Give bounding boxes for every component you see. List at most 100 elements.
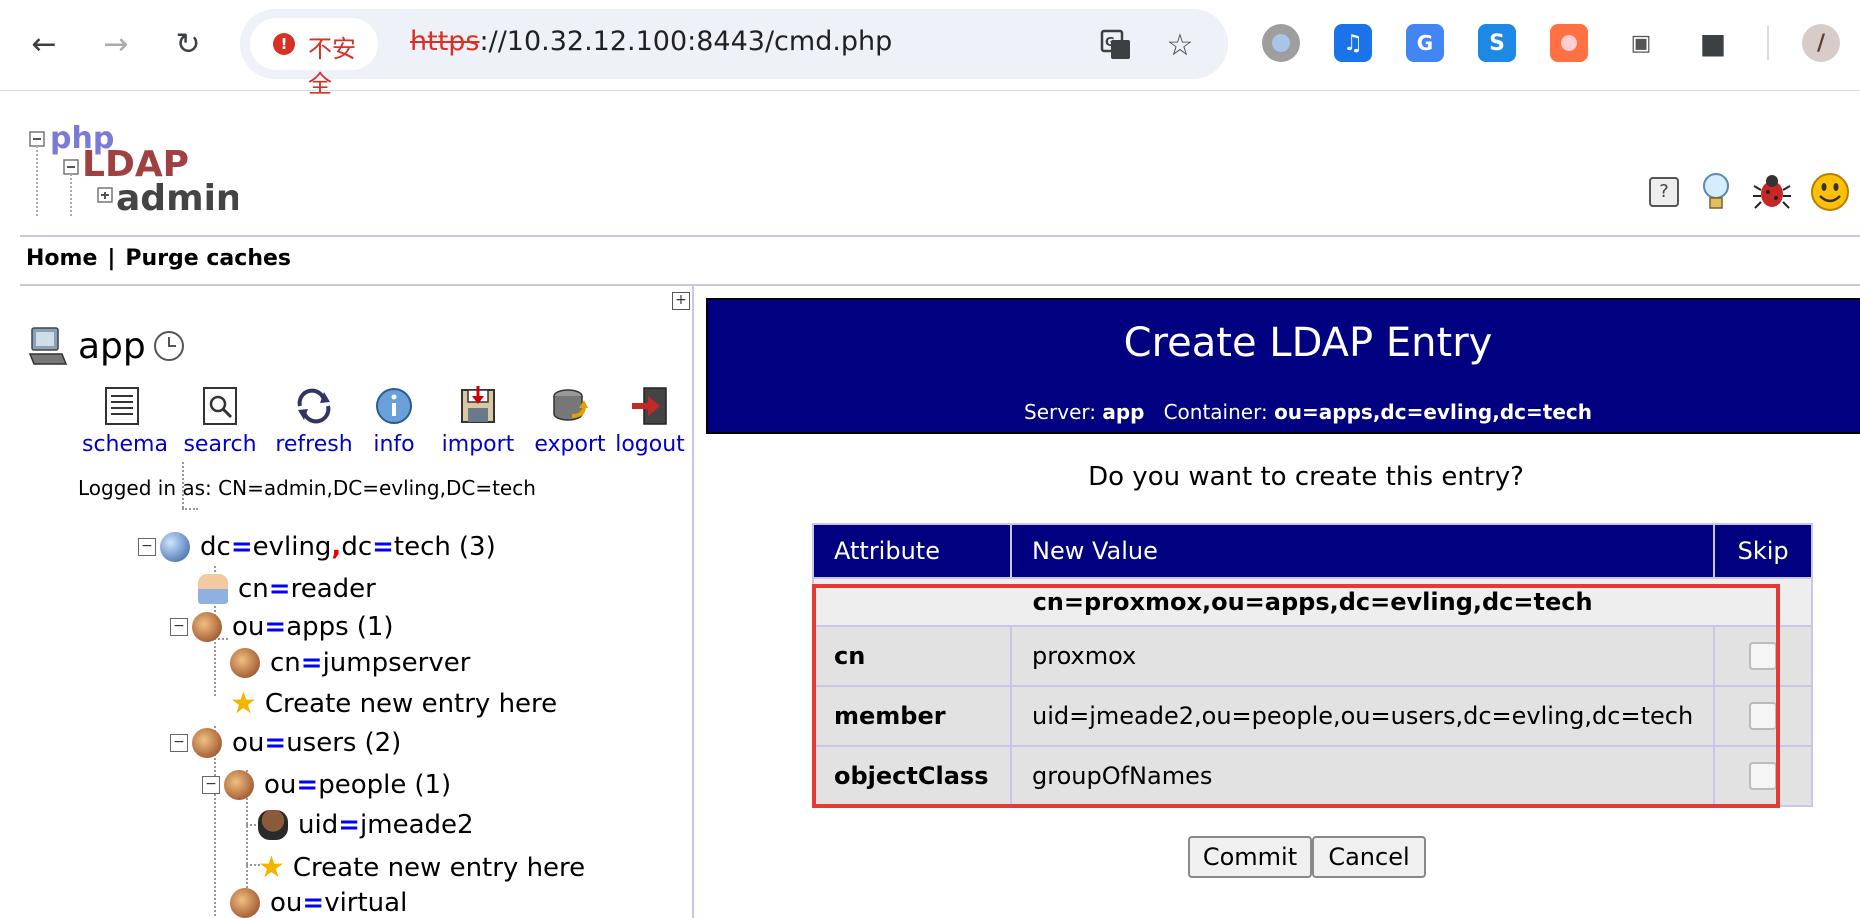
collapse-icon[interactable]: −: [138, 538, 156, 556]
extension-record-icon[interactable]: [1262, 24, 1300, 62]
star-icon: ★: [258, 850, 285, 885]
import-icon: [456, 384, 500, 428]
commit-button[interactable]: Commit: [1188, 836, 1312, 878]
table-header-row: Attribute New Value Skip: [812, 523, 1814, 579]
google-translate-icon[interactable]: G: [1406, 24, 1444, 62]
globe-icon: [160, 532, 190, 562]
extension-orange-icon[interactable]: [1550, 24, 1588, 62]
address-bar[interactable]: ! 不安全 https://10.32.12.100:8443/cmd.php …: [240, 9, 1228, 98]
browser-toolbar: ← → ↻ ! 不安全 https://10.32.12.100:8443/cm…: [0, 0, 1860, 98]
extension-note-icon[interactable]: ♫: [1334, 24, 1372, 62]
table-row: cn=proxmox,ou=apps,dc=evling,dc=tech: [811, 577, 1814, 627]
purge-caches-link[interactable]: Purge caches: [125, 246, 291, 271]
person-photo-icon: [258, 810, 288, 840]
import-label[interactable]: import: [438, 432, 518, 457]
attribute-value: groupOfNames: [1009, 745, 1716, 807]
group-icon: [224, 770, 254, 800]
attribute-value: uid=jmeade2,ou=people,ou=users,dc=evling…: [1009, 685, 1716, 747]
table-row: member uid=jmeade2,ou=people,ou=users,dc…: [812, 685, 1814, 747]
logout-icon: [628, 384, 672, 428]
title-banner: Create LDAP Entry Server: app Container:…: [706, 298, 1860, 434]
refresh-label[interactable]: refresh: [274, 432, 354, 457]
logout-label[interactable]: logout: [610, 432, 690, 457]
expand-pane-icon[interactable]: +: [672, 292, 690, 310]
logout-tool[interactable]: logout: [610, 384, 690, 457]
back-icon[interactable]: ←: [24, 24, 64, 64]
tree-node-users[interactable]: − ou = users (2): [170, 728, 401, 758]
group-icon: [192, 612, 222, 642]
bug-icon[interactable]: [1752, 172, 1792, 212]
skip-checkbox[interactable]: [1749, 702, 1778, 730]
search-icon: [198, 384, 242, 428]
smiley-icon[interactable]: [1810, 172, 1850, 212]
tree-node-virtual[interactable]: ou = virtual: [230, 888, 407, 918]
export-tool[interactable]: export: [530, 384, 610, 457]
attribute-value: proxmox: [1009, 625, 1716, 687]
tree-node-jmeade2[interactable]: uid = jmeade2: [258, 810, 474, 840]
search-tool[interactable]: search: [180, 384, 260, 457]
create-entry-apps[interactable]: ★ Create new entry here: [230, 686, 557, 721]
bookmark-star-icon[interactable]: ☆: [1162, 27, 1198, 63]
refresh-tool[interactable]: refresh: [274, 384, 354, 457]
extensions-puzzle-icon[interactable]: ■: [1694, 24, 1732, 62]
table-row: objectClass groupOfNames: [812, 745, 1814, 807]
attribute-name: member: [812, 685, 1012, 747]
user-icon: [198, 574, 228, 604]
attribute-name: cn: [812, 625, 1012, 687]
tree-node-people[interactable]: − ou = people (1): [202, 770, 451, 800]
column-header: Attribute: [812, 523, 1012, 579]
help-icon[interactable]: ?: [1644, 172, 1684, 212]
group-icon: [192, 728, 222, 758]
tree-connector: [182, 508, 198, 510]
security-chip[interactable]: ! 不安全: [250, 18, 378, 98]
clock-icon: [154, 331, 184, 361]
info-icon: [372, 384, 416, 428]
dn-value: cn=proxmox,ou=apps,dc=evling,dc=tech: [811, 577, 1814, 627]
tree-connector: [182, 462, 184, 508]
import-tool[interactable]: import: [438, 384, 518, 457]
schema-icon: [100, 384, 144, 428]
lightbulb-icon[interactable]: [1696, 172, 1736, 212]
search-label[interactable]: search: [180, 432, 260, 457]
group-icon: [230, 888, 260, 918]
forward-icon[interactable]: →: [96, 24, 136, 64]
column-header: Skip: [1713, 523, 1814, 579]
security-label: 不安全: [308, 35, 356, 98]
confirm-question: Do you want to create this entry?: [1088, 462, 1524, 492]
star-icon: ★: [230, 686, 257, 721]
export-label[interactable]: export: [530, 432, 610, 457]
skip-checkbox[interactable]: [1749, 762, 1778, 790]
create-entry-people[interactable]: ★ Create new entry here: [258, 850, 585, 885]
phpldapadmin-logo: php LDAP admin: [28, 118, 242, 220]
schema-label[interactable]: schema: [82, 432, 168, 457]
extension-s-icon[interactable]: S: [1478, 24, 1516, 62]
reload-icon[interactable]: ↻: [168, 24, 208, 64]
collapse-icon[interactable]: −: [170, 618, 188, 636]
schema-tool[interactable]: schema: [82, 384, 168, 457]
warning-icon: !: [273, 33, 295, 55]
tree-node-reader[interactable]: cn = reader: [198, 574, 376, 604]
refresh-icon: [292, 384, 336, 428]
collapse-icon[interactable]: −: [202, 776, 220, 794]
server-icon: [28, 324, 68, 368]
info-tool[interactable]: info: [366, 384, 422, 457]
tree-node-jumpserver[interactable]: cn = jumpserver: [230, 648, 470, 678]
translate-icon[interactable]: G: [1098, 27, 1134, 63]
info-label[interactable]: info: [366, 432, 422, 457]
collapse-icon[interactable]: −: [170, 734, 188, 752]
cancel-button[interactable]: Cancel: [1312, 836, 1426, 878]
svg-text:admin: admin: [116, 178, 238, 219]
skip-checkbox[interactable]: [1749, 642, 1778, 670]
server-name[interactable]: app: [78, 326, 146, 367]
url-text[interactable]: https://10.32.12.100:8443/cmd.php: [410, 26, 892, 57]
export-icon: [548, 384, 592, 428]
home-link[interactable]: Home: [26, 246, 97, 271]
extension-ghost-icon[interactable]: ▣: [1622, 24, 1660, 62]
tree-node-root[interactable]: − dc = evling, dc = tech (3): [138, 532, 496, 562]
logged-in-as: Logged in as: CN=admin,DC=evling,DC=tech: [78, 476, 536, 500]
profile-avatar[interactable]: /: [1802, 24, 1840, 62]
menu-separator: |: [107, 246, 116, 271]
top-menu: Home | Purge caches: [26, 246, 291, 271]
tree-node-apps[interactable]: − ou = apps (1): [170, 612, 394, 642]
column-header: New Value: [1009, 523, 1716, 579]
